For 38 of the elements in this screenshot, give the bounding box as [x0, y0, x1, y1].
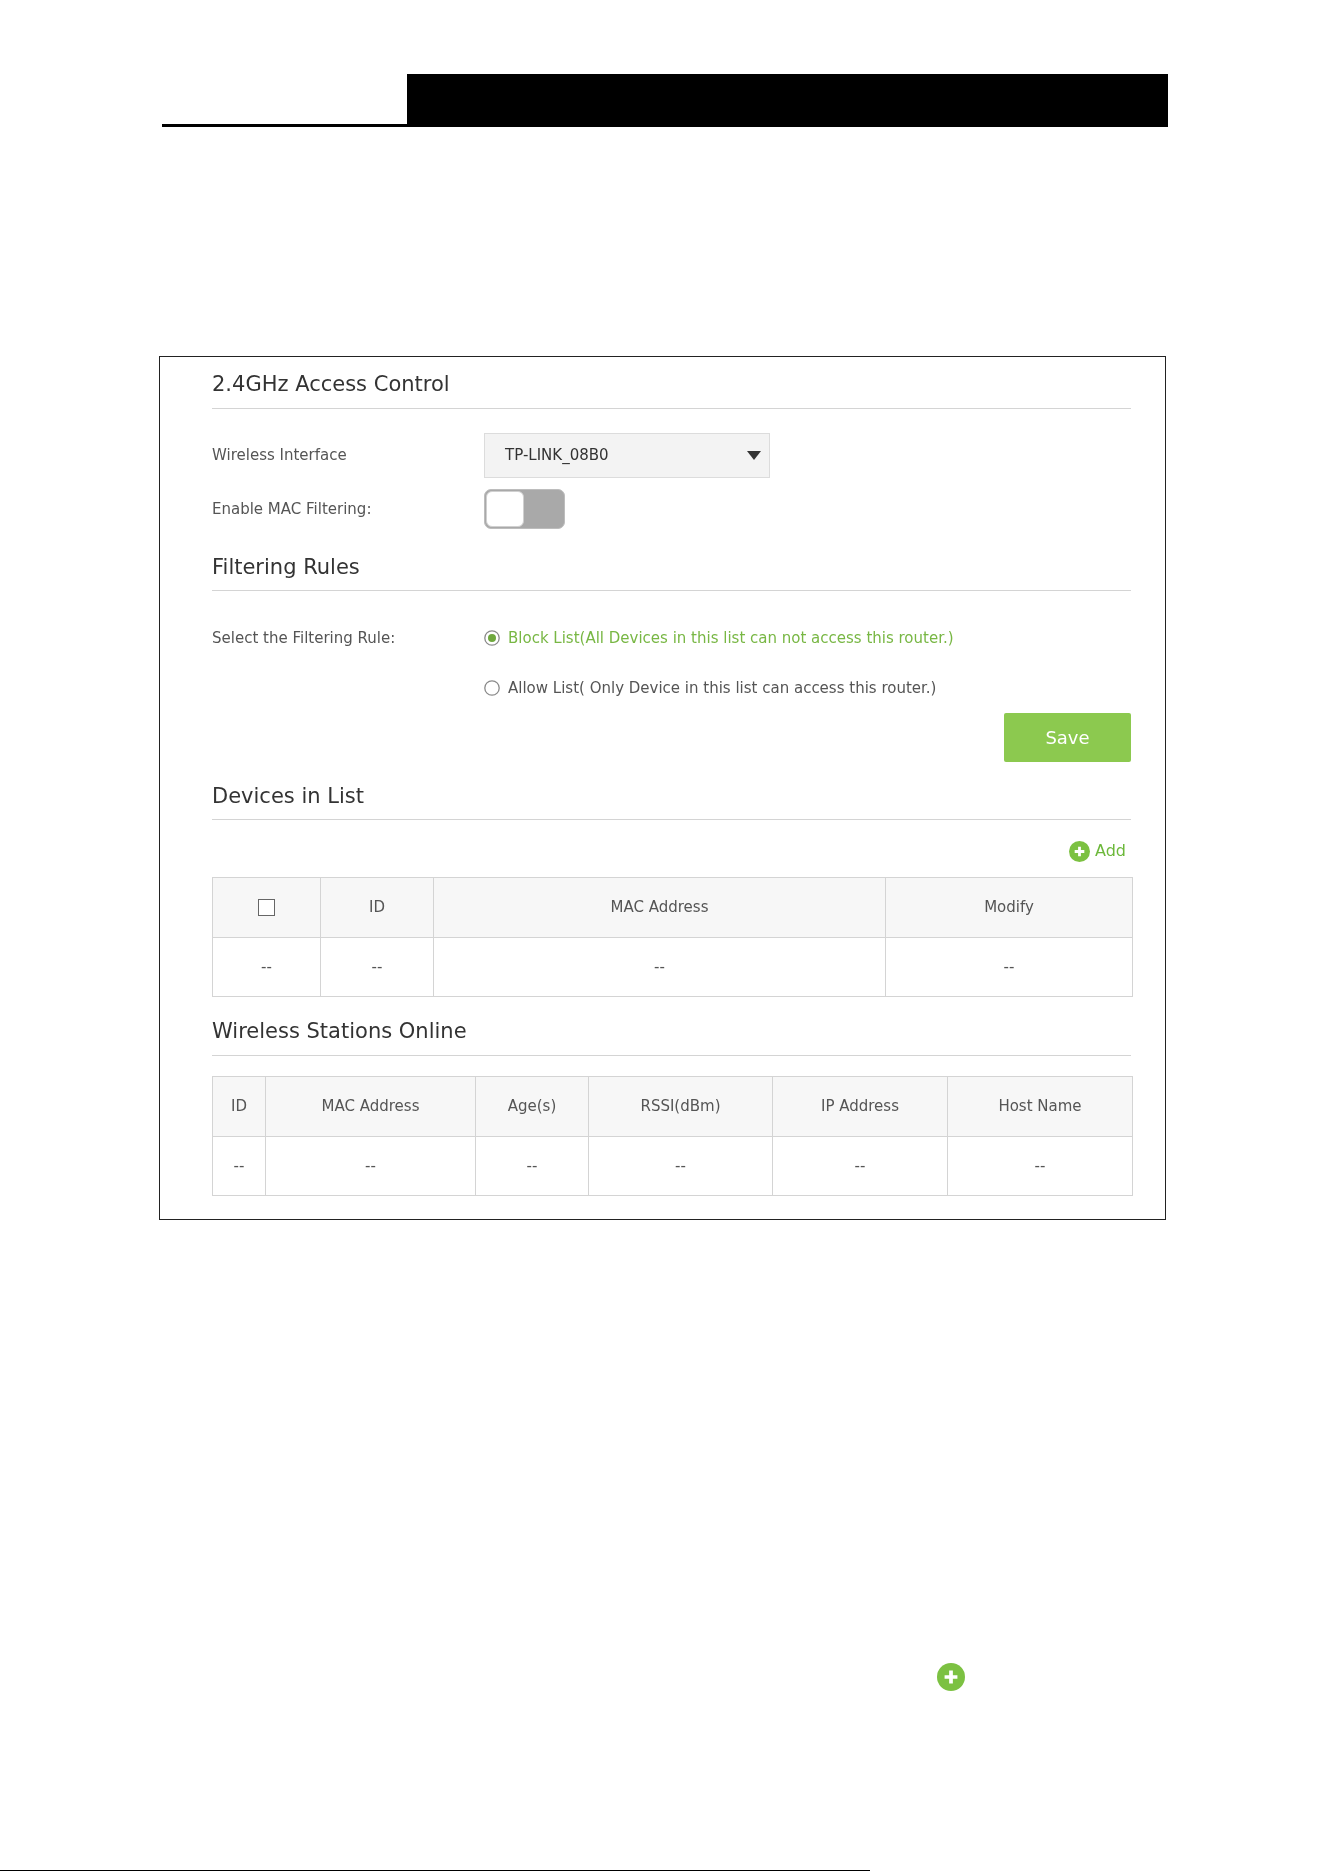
wireless-interface-dropdown[interactable]: TP-LINK_08B0 [484, 433, 770, 478]
radio-button[interactable] [484, 680, 500, 696]
table-cell: -- [212, 937, 321, 997]
section-title: Wireless Stations Online [212, 1018, 467, 1045]
checkbox[interactable] [258, 899, 275, 917]
section-title: Filtering Rules [212, 554, 360, 581]
column-header: ID [320, 877, 434, 938]
field-label: Wireless Interface [212, 445, 347, 467]
table-cell: -- [433, 937, 886, 997]
filter-rule-option[interactable]: Block List(All Devices in this list can not access this router.) [484, 623, 954, 653]
table-cell: -- [885, 937, 1133, 997]
table-cell: -- [320, 937, 434, 997]
section-title: 2.4GHz Access Control [212, 371, 450, 398]
table-cell: -- [947, 1136, 1133, 1196]
column-header: IP Address [772, 1076, 948, 1137]
section-title: Devices in List [212, 783, 364, 810]
table-cell: -- [265, 1136, 476, 1196]
column-header: MAC Address [433, 877, 886, 938]
add-button[interactable]: Add [1069, 839, 1126, 863]
plus-circle-icon [1069, 840, 1090, 862]
table-cell: -- [772, 1136, 948, 1196]
radio-button[interactable] [484, 630, 500, 646]
field-label: Select the Filtering Rule: [212, 628, 396, 649]
column-header: MAC Address [265, 1076, 476, 1137]
column-header: RSSI(dBm) [588, 1076, 773, 1137]
caret-icon [747, 451, 761, 460]
toggle-switch[interactable] [484, 489, 565, 529]
filter-rule-option[interactable]: Allow List( Only Device in this list can access this router.) [484, 673, 937, 703]
table-cell: -- [475, 1136, 589, 1196]
save-button[interactable]: Save [1004, 713, 1131, 762]
plus-circle-icon [937, 1663, 965, 1691]
field-label: Enable MAC Filtering: [212, 498, 372, 520]
column-header: ID [212, 1076, 266, 1137]
table-cell: -- [588, 1136, 773, 1196]
column-header: Host Name [947, 1076, 1133, 1137]
column-header: Age(s) [475, 1076, 589, 1137]
column-header: Modify [885, 877, 1133, 938]
table-cell: -- [212, 1136, 266, 1196]
